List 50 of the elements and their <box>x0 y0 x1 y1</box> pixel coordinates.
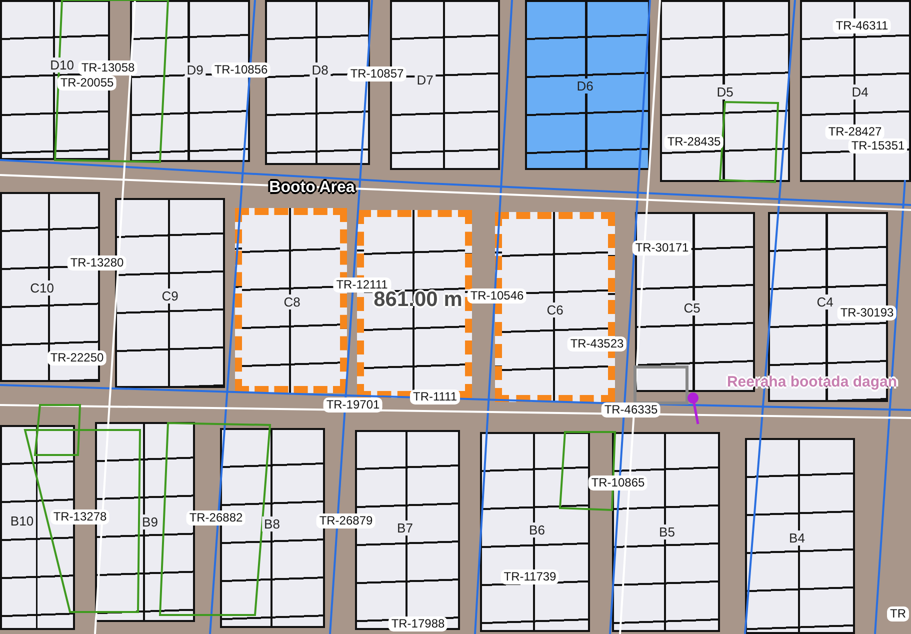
block-label: C10 <box>28 280 56 296</box>
block-label: D8 <box>310 62 330 78</box>
parcel-label: TR-1111 <box>410 390 460 404</box>
plot-block[interactable] <box>480 432 590 632</box>
parcel-label: TR-28427 <box>825 124 885 140</box>
parcel-label: TR <box>887 606 909 622</box>
parcel-label: TR-46311 <box>832 18 892 34</box>
parcel-label: TR-10856 <box>211 62 271 78</box>
block-label: D9 <box>184 62 206 78</box>
parcel-label: TR-19701 <box>323 398 383 412</box>
parcel-label: TR-10546 <box>467 288 527 304</box>
location-pin-icon[interactable] <box>688 392 700 424</box>
parcel-label: TR-20055 <box>57 76 117 90</box>
block-label: B9 <box>140 514 160 530</box>
block-label: C8 <box>282 294 302 310</box>
block-label: D7 <box>414 72 436 88</box>
parcel-label: TR-26879 <box>316 514 376 528</box>
block-label: D4 <box>850 84 870 100</box>
block-label: B10 <box>8 514 36 528</box>
parcel-label: TR-12111 <box>333 278 391 292</box>
block-label: B5 <box>657 524 677 540</box>
parcel-label: TR-11739 <box>500 570 560 584</box>
block-label: B6 <box>527 522 547 538</box>
parcel-label: TR-22250 <box>47 350 107 366</box>
block-label: B8 <box>262 516 282 532</box>
parcel-label: TR-30171 <box>632 240 692 256</box>
parcel-label: TR-13280 <box>67 256 127 270</box>
block-label: C9 <box>160 288 180 304</box>
parcel-label: TR-10857 <box>347 66 407 82</box>
block-label: C5 <box>682 300 702 316</box>
block-label: D5 <box>714 84 736 100</box>
plot-block[interactable] <box>660 0 790 182</box>
parcel-label: TR-28435 <box>664 134 724 150</box>
parcel-label: TR-10865 <box>588 476 648 490</box>
parcel-label: TR-43523 <box>567 336 627 352</box>
parcel-label: TR-46335 <box>601 402 661 418</box>
block-label: D10 <box>48 58 76 72</box>
parcel-label: TR-13278 <box>50 510 110 524</box>
block-label: B7 <box>395 520 415 536</box>
parcel-label: TR-15351 <box>848 138 908 154</box>
parcel-label: TR-17988 <box>388 616 448 632</box>
plot-block[interactable] <box>745 438 855 634</box>
plot-block[interactable] <box>525 0 650 170</box>
block-label: B4 <box>787 530 807 546</box>
block-label: C4 <box>814 294 836 310</box>
block-label: D6 <box>574 78 596 94</box>
block-label: C6 <box>544 302 566 318</box>
parcel-label: TR-26882 <box>186 510 246 526</box>
parcel-label: TR-13058 <box>78 60 138 76</box>
parcel-label: TR-30193 <box>837 306 897 320</box>
